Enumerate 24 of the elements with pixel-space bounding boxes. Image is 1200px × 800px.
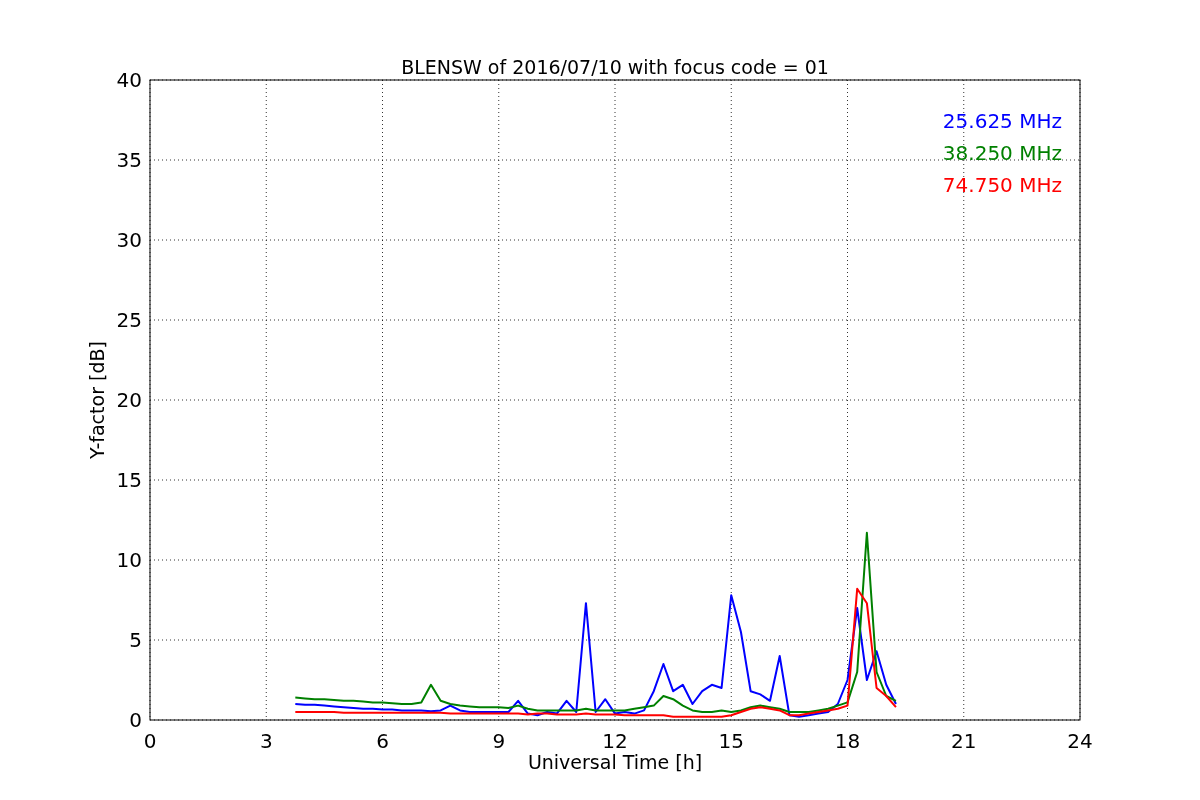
x-tick-label: 6 [376,729,389,753]
legend-label: 74.750 MHz [942,173,1062,197]
x-axis-label: Universal Time [h] [527,751,703,773]
x-tick-label: 9 [492,729,506,753]
y-tick-label: 15 [116,468,142,492]
x-tick-label: 12 [602,729,628,753]
y-tick-label: 30 [116,228,142,252]
y-tick-label: 10 [116,548,142,572]
x-tick-label: 21 [951,729,977,753]
y-tick-label: 25 [116,308,142,332]
y-tick-label: 40 [116,68,142,92]
y-axis-label: Y-factor [dB] [86,341,108,459]
legend-label: 38.250 MHz [942,141,1062,165]
chart-title: BLENSW of 2016/07/10 with focus code = 01 [401,56,829,78]
y-tick-label: 35 [116,148,142,172]
y-tick-label: 0 [129,708,142,732]
x-tick-label: 18 [834,729,861,753]
x-tick-label: 3 [259,729,273,753]
x-tick-label: 0 [143,729,157,753]
y-tick-label: 20 [116,388,142,412]
x-tick-label: 15 [718,729,744,753]
y-tick-label: 5 [129,628,142,652]
legend-label: 25.625 MHz [942,109,1062,133]
x-tick-label: 24 [1067,729,1093,753]
